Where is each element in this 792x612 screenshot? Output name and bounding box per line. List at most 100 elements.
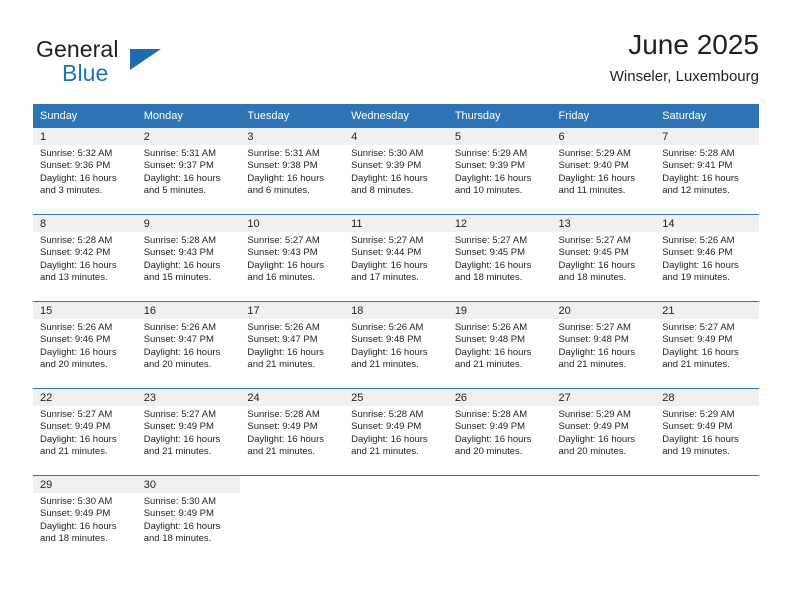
daylight-duration-line1: Daylight: 16 hours (247, 259, 324, 271)
sunrise-time: Sunrise: 5:27 AM (558, 322, 631, 333)
daylight-duration-line1: Daylight: 16 hours (662, 172, 739, 184)
day-details: Sunrise: 5:27 AM Sunset: 9:49 PM Daylight:… (655, 319, 759, 371)
calendar-day-cell[interactable]: 7 Sunrise: 5:28 AM Sunset: 9:41 PM Daylight… (655, 128, 759, 215)
day-details: Sunrise: 5:28 AM Sunset: 9:49 PM Daylight:… (448, 406, 552, 458)
calendar-week-row: 8 Sunrise: 5:28 AM Sunset: 9:42 PM Daylight… (33, 214, 759, 302)
page-title: June 2025 (628, 29, 759, 60)
day-details (344, 493, 448, 496)
calendar-day-cell[interactable]: 6 Sunrise: 5:29 AM Sunset: 9:40 PM Daylight… (551, 128, 656, 215)
calendar-day-cell[interactable]: 10 Sunrise: 5:27 AM Sunset: 9:43 PM Dayligh… (240, 214, 345, 302)
sunset-time: Sunset: 9:44 PM (351, 247, 422, 259)
day-number: 15 (40, 305, 53, 317)
day-number-strip: 12 (447, 215, 552, 232)
daylight-duration-line2: and 10 minutes. (454, 184, 523, 196)
general-blue-logo[interactable]: General Blue (33, 36, 233, 94)
daylight-duration-line1: Daylight: 16 hours (351, 172, 428, 184)
day-details: Sunrise: 5:27 AM Sunset: 9:43 PM Daylight:… (240, 232, 344, 284)
calendar-day-cell[interactable]: 14 Sunrise: 5:26 AM Sunset: 9:46 PM Dayligh… (655, 214, 759, 302)
daylight-duration-line1: Daylight: 16 hours (662, 259, 739, 271)
day-number: 28 (662, 392, 675, 404)
day-number-strip: 4 (344, 128, 448, 145)
sunset-time: Sunset: 9:37 PM (143, 160, 214, 172)
calendar-day-cell[interactable]: 13 Sunrise: 5:27 AM Sunset: 9:45 PM Dayligh… (551, 214, 656, 302)
brand-triangle-icon (130, 49, 161, 70)
sunset-time: Sunset: 9:49 PM (454, 421, 526, 433)
day-number: 22 (40, 392, 53, 404)
calendar-day-cell[interactable]: 5 Sunrise: 5:29 AM Sunset: 9:39 PM Daylight… (447, 128, 552, 215)
page-header: General Blue June 2025 Winseler, Luxembo… (33, 28, 759, 96)
sunset-time: Sunset: 9:41 PM (662, 160, 733, 172)
calendar-day-cell[interactable]: 26 Sunrise: 5:28 AM Sunset: 9:49 PM Dayligh… (447, 388, 552, 476)
sunset-time: Sunset: 9:49 PM (143, 508, 214, 520)
sunrise-time: Sunrise: 5:26 AM (247, 322, 320, 333)
sunset-time: Sunset: 9:39 PM (454, 160, 526, 172)
calendar-day-cell[interactable]: 17 Sunrise: 5:26 AM Sunset: 9:47 PM Dayligh… (240, 301, 345, 389)
sunset-time: Sunset: 9:49 PM (558, 421, 629, 433)
daylight-duration-line1: Daylight: 16 hours (143, 520, 221, 532)
day-number: 29 (40, 479, 53, 491)
sunset-time: Sunset: 9:39 PM (351, 160, 422, 172)
daylight-duration-line2: and 12 minutes. (662, 184, 730, 196)
day-number-strip: 3 (240, 128, 345, 145)
daylight-duration-line1: Daylight: 16 hours (247, 172, 324, 184)
calendar-page: General Blue June 2025 Winseler, Luxembo… (0, 0, 792, 612)
calendar-day-cell[interactable]: 1 Sunrise: 5:32 AM Sunset: 9:36 PM Daylight… (33, 128, 137, 215)
day-details: Sunrise: 5:31 AM Sunset: 9:38 PM Daylight:… (240, 145, 344, 197)
calendar-day-cell[interactable]: 16 Sunrise: 5:26 AM Sunset: 9:47 PM Dayligh… (136, 301, 241, 389)
calendar-day-cell[interactable]: 12 Sunrise: 5:27 AM Sunset: 9:45 PM Dayligh… (447, 214, 552, 302)
daylight-duration-line2: and 20 minutes. (454, 445, 523, 457)
day-number-strip (344, 476, 448, 493)
day-number: 1 (40, 131, 47, 143)
daylight-duration-line2: and 21 minutes. (558, 358, 627, 370)
day-details: Sunrise: 5:27 AM Sunset: 9:45 PM Daylight:… (448, 232, 552, 284)
day-number: 4 (351, 131, 358, 143)
calendar-day-cell[interactable]: 21 Sunrise: 5:27 AM Sunset: 9:49 PM Dayligh… (655, 301, 759, 389)
calendar-day-cell[interactable]: 25 Sunrise: 5:28 AM Sunset: 9:49 PM Dayligh… (344, 388, 448, 476)
daylight-duration-line1: Daylight: 16 hours (558, 433, 636, 445)
day-number: 13 (558, 218, 571, 230)
calendar-day-cell[interactable]: 11 Sunrise: 5:27 AM Sunset: 9:44 PM Dayligh… (344, 214, 448, 302)
calendar-day-cell[interactable]: 19 Sunrise: 5:26 AM Sunset: 9:48 PM Dayligh… (447, 301, 552, 389)
calendar-day-cell[interactable]: 23 Sunrise: 5:27 AM Sunset: 9:49 PM Dayligh… (136, 388, 241, 476)
sunrise-time: Sunrise: 5:28 AM (351, 409, 424, 420)
sunrise-time: Sunrise: 5:26 AM (143, 322, 217, 333)
calendar-day-cell[interactable]: 28 Sunrise: 5:29 AM Sunset: 9:49 PM Dayligh… (655, 388, 759, 476)
calendar-day-cell[interactable]: 9 Sunrise: 5:28 AM Sunset: 9:43 PM Daylight… (136, 214, 241, 302)
calendar-day-cell[interactable]: 30 Sunrise: 5:30 AM Sunset: 9:49 PM Dayligh… (136, 475, 241, 562)
daylight-duration-line1: Daylight: 16 hours (351, 346, 428, 358)
weekday-header-sunday: Sunday (33, 104, 137, 128)
day-number-strip: 5 (447, 128, 552, 145)
calendar-day-cell[interactable]: 24 Sunrise: 5:28 AM Sunset: 9:49 PM Dayligh… (240, 388, 345, 476)
day-number-strip: 19 (447, 302, 552, 319)
daylight-duration-line2: and 21 minutes. (247, 445, 316, 457)
calendar-day-cell[interactable]: 8 Sunrise: 5:28 AM Sunset: 9:42 PM Daylight… (33, 214, 137, 302)
daylight-duration-line1: Daylight: 16 hours (454, 172, 532, 184)
calendar-day-cell[interactable]: 3 Sunrise: 5:31 AM Sunset: 9:38 PM Daylight… (240, 128, 345, 215)
calendar-day-cell[interactable]: 18 Sunrise: 5:26 AM Sunset: 9:48 PM Dayligh… (344, 301, 448, 389)
daylight-duration-line2: and 18 minutes. (454, 271, 523, 283)
daylight-duration-line1: Daylight: 16 hours (351, 433, 428, 445)
day-number-strip: 10 (240, 215, 345, 232)
calendar-day-cell[interactable]: 27 Sunrise: 5:29 AM Sunset: 9:49 PM Dayligh… (551, 388, 656, 476)
calendar-day-cell[interactable]: 20 Sunrise: 5:27 AM Sunset: 9:48 PM Dayligh… (551, 301, 656, 389)
calendar-day-cell[interactable]: 4 Sunrise: 5:30 AM Sunset: 9:39 PM Daylight… (344, 128, 448, 215)
daylight-duration-line2: and 3 minutes. (40, 184, 103, 196)
weekday-header-friday: Friday (551, 104, 656, 128)
sunrise-time: Sunrise: 5:29 AM (454, 148, 528, 159)
day-number-strip (240, 476, 345, 493)
calendar-day-cell[interactable]: 15 Sunrise: 5:26 AM Sunset: 9:46 PM Dayligh… (33, 301, 137, 389)
day-details: Sunrise: 5:29 AM Sunset: 9:39 PM Daylight:… (448, 145, 552, 197)
day-details (552, 493, 656, 496)
sunrise-time: Sunrise: 5:27 AM (454, 235, 528, 246)
calendar-day-cell[interactable]: 22 Sunrise: 5:27 AM Sunset: 9:49 PM Dayligh… (33, 388, 137, 476)
day-number: 21 (662, 305, 675, 317)
calendar-week-row: 29 Sunrise: 5:30 AM Sunset: 9:49 PM Dayligh… (33, 475, 759, 562)
calendar-day-cell[interactable]: 2 Sunrise: 5:31 AM Sunset: 9:37 PM Daylight… (136, 128, 241, 215)
calendar-day-cell[interactable]: 29 Sunrise: 5:30 AM Sunset: 9:49 PM Dayligh… (33, 475, 137, 562)
sunset-time: Sunset: 9:49 PM (662, 421, 733, 433)
logo-text-blue: Blue (62, 60, 109, 86)
day-details: Sunrise: 5:26 AM Sunset: 9:47 PM Daylight:… (137, 319, 241, 371)
day-number: 23 (143, 392, 156, 404)
day-number-strip: 15 (33, 302, 137, 319)
daylight-duration-line2: and 5 minutes. (143, 184, 207, 196)
